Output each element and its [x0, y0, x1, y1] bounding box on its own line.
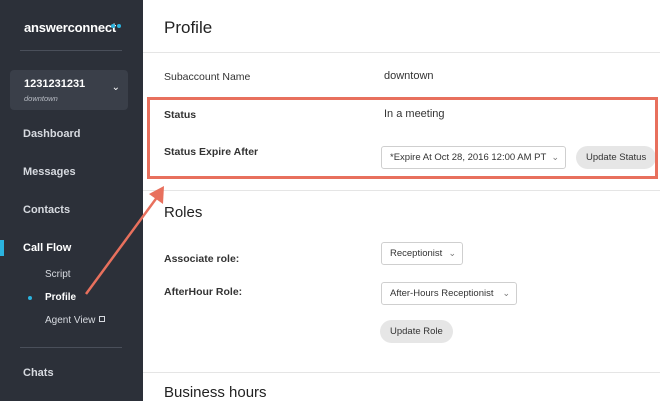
annotation-arrow-icon: [84, 186, 164, 295]
